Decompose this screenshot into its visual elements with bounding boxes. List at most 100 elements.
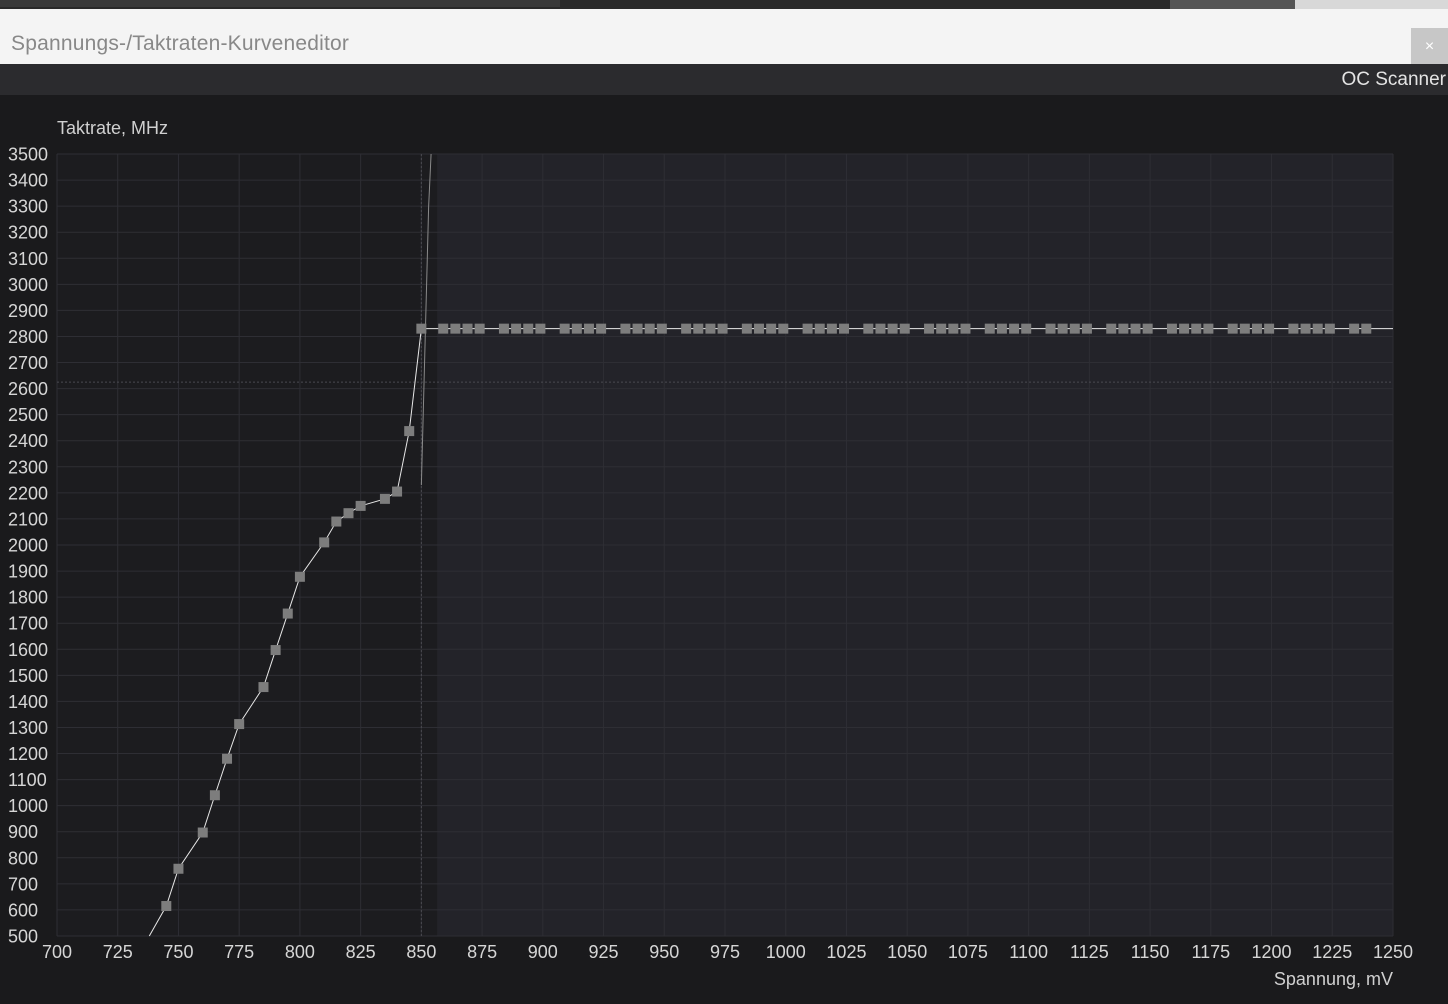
curve-point-handle[interactable] [474, 323, 485, 334]
y-tick-label: 3300 [8, 197, 48, 217]
curve-point-handle[interactable] [1361, 323, 1372, 334]
curve-point-handle[interactable] [511, 323, 522, 334]
curve-point-handle[interactable] [523, 323, 534, 334]
y-tick-label: 1400 [8, 692, 48, 712]
curve-point-handle[interactable] [754, 323, 765, 334]
curve-point-handle[interactable] [960, 323, 971, 334]
curve-point-handle[interactable] [887, 323, 898, 334]
curve-point-handle[interactable] [1081, 323, 1092, 334]
curve-point-handle[interactable] [705, 323, 716, 334]
curve-point-handle[interactable] [899, 323, 910, 334]
curve-point-handle[interactable] [1069, 323, 1080, 334]
curve-point-handle[interactable] [1251, 323, 1262, 334]
curve-point-handle[interactable] [924, 323, 935, 334]
y-tick-label: 1200 [8, 744, 48, 764]
curve-point-handle[interactable] [1227, 323, 1238, 334]
close-button[interactable]: × [1411, 28, 1448, 66]
curve-point-handle[interactable] [1239, 323, 1250, 334]
curve-point-handle[interactable] [1021, 323, 1032, 334]
curve-point-handle[interactable] [1264, 323, 1275, 334]
curve-point-handle[interactable] [234, 719, 245, 730]
curve-point-handle[interactable] [681, 323, 692, 334]
curve-point-handle[interactable] [583, 323, 594, 334]
curve-point-handle[interactable] [875, 323, 886, 334]
curve-point-handle[interactable] [258, 682, 269, 693]
curve-point-handle[interactable] [571, 323, 582, 334]
curve-point-handle[interactable] [1118, 323, 1129, 334]
curve-point-handle[interactable] [596, 323, 607, 334]
curve-point-handle[interactable] [1130, 323, 1141, 334]
curve-point-handle[interactable] [282, 608, 293, 619]
curve-point-handle[interactable] [778, 323, 789, 334]
curve-point-handle[interactable] [319, 537, 330, 548]
curve-point-handle[interactable] [535, 323, 546, 334]
curve-point-handle[interactable] [1288, 323, 1299, 334]
curve-point-handle[interactable] [741, 323, 752, 334]
y-tick-label: 1700 [8, 614, 48, 634]
curve-point-handle[interactable] [209, 790, 220, 801]
curve-point-handle[interactable] [1179, 323, 1190, 334]
toolbar: OC Scanner [0, 64, 1448, 95]
curve-point-handle[interactable] [632, 323, 643, 334]
curve-point-handle[interactable] [270, 645, 281, 656]
curve-point-handle[interactable] [620, 323, 631, 334]
curve-point-handle[interactable] [826, 323, 837, 334]
x-tick-label: 975 [710, 942, 740, 962]
curve-point-handle[interactable] [559, 323, 570, 334]
curve-point-handle[interactable] [984, 323, 995, 334]
curve-point-handle[interactable] [1312, 323, 1323, 334]
window-titlebar[interactable]: Spannungs-/Taktraten-Kurveneditor × [0, 9, 1448, 66]
curve-point-handle[interactable] [197, 827, 208, 838]
curve-point-handle[interactable] [222, 753, 233, 764]
curve-point-handle[interactable] [1166, 323, 1177, 334]
curve-point-handle[interactable] [766, 323, 777, 334]
curve-point-handle[interactable] [1300, 323, 1311, 334]
curve-point-handle[interactable] [717, 323, 728, 334]
curve-point-handle[interactable] [404, 426, 415, 437]
x-tick-label: 1000 [766, 942, 806, 962]
curve-point-handle[interactable] [1009, 323, 1020, 334]
x-tick-label: 925 [589, 942, 619, 962]
curve-point-handle[interactable] [343, 508, 354, 519]
y-tick-label: 700 [8, 874, 38, 894]
curve-point-handle[interactable] [1057, 323, 1068, 334]
curve-point-handle[interactable] [863, 323, 874, 334]
curve-point-handle[interactable] [644, 323, 655, 334]
x-axis-title: Spannung, mV [1274, 969, 1393, 989]
voltage-frequency-curve-chart[interactable]: 500 600 700 800 900 1000 1100 1200 1300 1400 1500 1… [0, 95, 1448, 1004]
curve-point-handle[interactable] [814, 323, 825, 334]
curve-point-handle[interactable] [355, 500, 366, 511]
y-tick-label: 3200 [8, 223, 48, 243]
curve-point-handle[interactable] [462, 323, 473, 334]
curve-point-handle[interactable] [693, 323, 704, 334]
y-tick-label: 1800 [8, 588, 48, 608]
curve-point-handle[interactable] [996, 323, 1007, 334]
y-tick-label: 3000 [8, 275, 48, 295]
curve-point-handle[interactable] [802, 323, 813, 334]
curve-point-handle[interactable] [173, 863, 184, 874]
curve-point-handle[interactable] [948, 323, 959, 334]
curve-point-handle[interactable] [331, 516, 342, 527]
curve-point-handle[interactable] [438, 323, 449, 334]
curve-point-handle[interactable] [936, 323, 947, 334]
y-tick-label: 1600 [8, 640, 48, 660]
curve-point-handle[interactable] [294, 571, 305, 582]
curve-point-handle[interactable] [161, 901, 172, 912]
oc-scanner-button[interactable]: OC Scanner [1341, 69, 1446, 91]
y-tick-label: 500 [8, 927, 38, 947]
x-tick-label: 800 [285, 942, 315, 962]
curve-point-handle[interactable] [1349, 323, 1360, 334]
curve-point-handle[interactable] [498, 323, 509, 334]
curve-point-handle[interactable] [416, 323, 427, 334]
curve-point-handle[interactable] [1045, 323, 1056, 334]
curve-point-handle[interactable] [1106, 323, 1117, 334]
curve-point-handle[interactable] [1203, 323, 1214, 334]
curve-point-handle[interactable] [1324, 323, 1335, 334]
curve-point-handle[interactable] [1142, 323, 1153, 334]
curve-point-handle[interactable] [839, 323, 850, 334]
curve-point-handle[interactable] [379, 493, 390, 504]
curve-point-handle[interactable] [450, 323, 461, 334]
curve-point-handle[interactable] [656, 323, 667, 334]
curve-point-handle[interactable] [1191, 323, 1202, 334]
curve-point-handle[interactable] [392, 486, 403, 497]
